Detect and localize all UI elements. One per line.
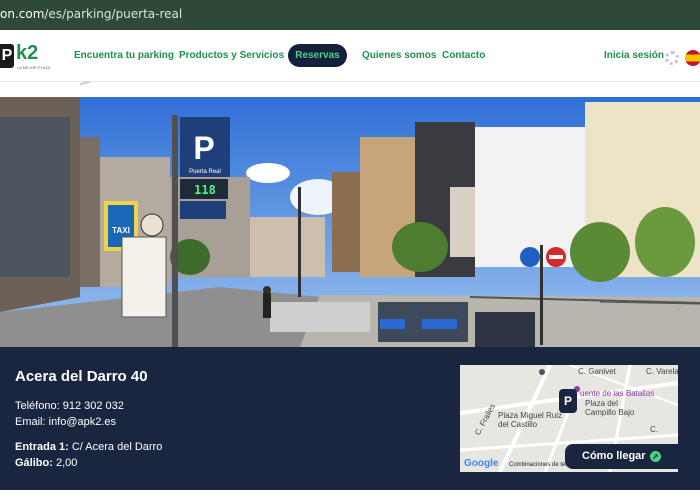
- parking-map-pin-icon[interactable]: P: [559, 389, 577, 413]
- map-label-batallas: uente de las Batallas: [580, 389, 655, 398]
- clearance-value: 2,00: [55, 457, 78, 469]
- nav-contacto[interactable]: Contacto: [442, 50, 485, 61]
- browser-url-bar[interactable]: on.com/es/parking/puerta-real: [0, 0, 700, 30]
- parking-name-title: Acera del Darro 40: [15, 368, 148, 385]
- logo-p-mark: P: [0, 44, 14, 68]
- header-gap: [0, 80, 700, 96]
- phone-label: Teléfono:: [15, 400, 60, 412]
- taxi-sign-text: TAXI: [112, 226, 130, 235]
- clearance-line: Gálibo: 2,00: [15, 457, 77, 469]
- clearance-label: Gálibo:: [15, 457, 53, 469]
- map-label-plaza-miguel: Plaza Miguel Ruiz del Castillo: [498, 411, 563, 429]
- parking-info-panel: Acera del Darro 40 Teléfono: 912 302 032…: [0, 347, 700, 490]
- map-label-varela: C. Varela: [646, 367, 678, 376]
- nav-quienes-somos[interactable]: Quienes somos: [362, 50, 436, 61]
- como-llegar-label: Cómo llegar: [582, 450, 646, 462]
- como-llegar-button[interactable]: Cómo llegar ➚: [565, 444, 700, 469]
- nav-inicia-sesion[interactable]: Inicia sesión: [604, 50, 664, 61]
- available-spots-display: 118: [194, 183, 216, 197]
- nav-productos-y-servicios[interactable]: Productos y Servicios: [179, 50, 284, 61]
- logo-tagline: LA MEJOR PLAZA: [17, 65, 51, 70]
- phone-line: Teléfono: 912 302 032: [15, 400, 124, 412]
- entrance-label: Entrada 1:: [15, 441, 69, 453]
- google-logo: Google: [464, 458, 499, 469]
- parking-sign-subtitle: Puerta Real: [189, 169, 221, 175]
- email-label: Email:: [15, 416, 46, 428]
- map-label-campillo: Plaza del Campillo Bajo: [585, 399, 635, 417]
- nav-reservas-button[interactable]: Reservas: [288, 44, 347, 67]
- page-bottom-strip: [0, 490, 700, 500]
- brand-logo[interactable]: P k2 LA MEJOR PLAZA: [0, 42, 51, 72]
- parking-sign-letter: P: [193, 130, 214, 166]
- map-label-c: C.: [650, 425, 658, 434]
- entrance-value: C/ Acera del Darro: [71, 441, 163, 453]
- url-text[interactable]: on.com/es/parking/puerta-real: [0, 7, 182, 21]
- site-header: P k2 LA MEJOR PLAZA Encuentra tu parking…: [0, 32, 700, 82]
- settings-gear-icon[interactable]: [665, 51, 679, 65]
- url-path: /es/parking/puerta-real: [44, 7, 183, 21]
- street-scene-image: P Puerta Real 118 TAXI: [0, 97, 700, 347]
- map-label-ganivet: C. Ganivet: [578, 367, 616, 376]
- entrance-line: Entrada 1: C/ Acera del Darro: [15, 441, 162, 453]
- decor-mark: [79, 80, 91, 86]
- phone-value[interactable]: 912 302 032: [63, 400, 124, 412]
- email-value[interactable]: info@apk2.es: [49, 416, 116, 428]
- email-line: Email: info@apk2.es: [15, 416, 116, 428]
- parking-hero-photo: P Puerta Real 118 TAXI: [0, 97, 700, 347]
- directions-arrow-icon: ➚: [650, 451, 661, 462]
- logo-k2-text: k2: [16, 42, 39, 64]
- spain-flag-icon[interactable]: [685, 50, 700, 66]
- url-domain: on.com: [0, 7, 45, 21]
- nav-encuentra-tu-parking[interactable]: Encuentra tu parking: [74, 50, 174, 61]
